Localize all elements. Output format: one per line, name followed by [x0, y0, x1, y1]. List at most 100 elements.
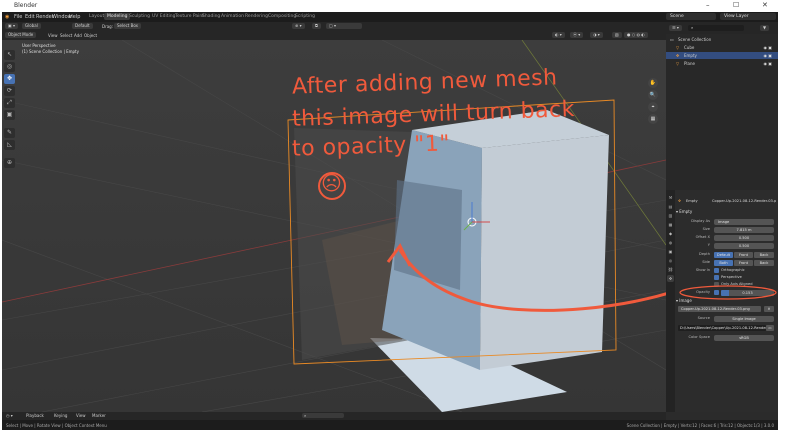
scale-tool-icon[interactable]: ⤢ — [4, 98, 15, 108]
section-empty-header[interactable]: ▾ Empty — [676, 208, 776, 215]
cursor-tool-icon[interactable]: ◎ — [4, 62, 15, 72]
scene-selector[interactable]: Scene — [666, 13, 716, 20]
depth-back-button[interactable]: Back — [754, 251, 774, 258]
3d-viewport[interactable]: ↖ ◎ ✥ ⟳ ⤢ ▣ ✎ ◺ ⊕ User Perspective (1) S… — [2, 40, 666, 412]
render-tab-icon[interactable]: ▤ — [667, 203, 674, 210]
opacity-slider[interactable]: 0.153 — [721, 289, 774, 296]
object-data-tab-icon[interactable]: ✥ — [667, 275, 674, 282]
image-datablock-field[interactable]: Copper-Up-2021-08-12-Render-03.png — [678, 305, 761, 312]
outliner-row-cube[interactable]: ▽ Cube ◉ ▣ — [666, 44, 778, 51]
zoom-view-icon[interactable]: 🔍 — [648, 90, 658, 100]
depth-row: Depth Default Front Back — [676, 251, 776, 258]
outliner-row-scene-collection[interactable]: ▭ Scene Collection — [666, 36, 778, 43]
orientation-dropdown[interactable]: Global — [22, 23, 41, 29]
object-mode-dropdown[interactable]: Object Mode — [5, 32, 37, 38]
ortho-toggle-icon[interactable]: ▦ — [648, 114, 658, 124]
orthographic-checkbox[interactable] — [714, 268, 719, 273]
gizmo-icon[interactable]: ⦿ ▾ — [570, 32, 584, 38]
menu-view[interactable]: View — [48, 33, 58, 38]
outliner-filter-icon[interactable]: ▼ — [760, 25, 770, 31]
source-label: Source — [697, 316, 710, 320]
scene-name: Scene — [670, 14, 684, 19]
view-layer-tab-icon[interactable]: ▦ — [667, 221, 674, 228]
object-name[interactable]: Empty — [686, 198, 698, 205]
annotate-tool-icon[interactable]: ✎ — [4, 128, 15, 138]
editor-type-button[interactable]: ▣ ▾ — [5, 23, 19, 29]
timeline-editor-icon[interactable]: ◷ ▾ — [6, 413, 13, 418]
axis-aligned-checkbox[interactable] — [714, 282, 719, 287]
perspective-label: Perspective — [721, 275, 742, 279]
outliner-row-plane[interactable]: ▽ Plane ◉ ▣ — [666, 60, 778, 67]
add-cube-tool-icon[interactable]: ⊕ — [4, 158, 15, 168]
eye-icon[interactable]: ◉ ▣ — [763, 60, 772, 67]
tool-tab-icon[interactable]: ⚒ — [667, 194, 674, 201]
visibility-icon[interactable]: ◐ ▾ — [552, 32, 565, 38]
timeline-search-input[interactable]: ⌕ — [302, 413, 344, 418]
colorspace-dropdown[interactable]: sRGB — [714, 334, 774, 341]
folder-icon[interactable]: ▭ — [766, 324, 774, 331]
keying-menu[interactable]: Keying — [54, 413, 67, 418]
overlay-icon[interactable]: ◑ ▾ — [590, 32, 603, 38]
object-tab-icon[interactable]: ▣ — [667, 248, 674, 255]
menu-file[interactable]: File — [14, 14, 22, 20]
transform-pivot-dropdown[interactable]: Default — [72, 23, 93, 29]
xray-icon[interactable]: ▧ — [612, 32, 622, 38]
perspective-checkbox[interactable] — [714, 275, 719, 280]
timeline-view-menu[interactable]: View — [76, 413, 86, 418]
menu-add[interactable]: Add — [74, 33, 82, 38]
eye-icon[interactable]: ◉ ▣ — [763, 52, 772, 59]
view-layer-selector[interactable]: View Layer — [720, 13, 776, 20]
side-back-button[interactable]: Back — [754, 259, 774, 266]
unlink-image-icon[interactable]: ✕ — [764, 305, 774, 312]
tab-scripting[interactable]: Scripting — [292, 13, 318, 20]
output-tab-icon[interactable]: ▥ — [667, 212, 674, 219]
menu-object[interactable]: Object — [84, 33, 97, 38]
offset-x-field[interactable]: 0.500 — [714, 234, 774, 241]
minimize-button[interactable]: – — [706, 1, 710, 9]
playback-menu[interactable]: Playback — [26, 413, 44, 418]
blender-logo-icon[interactable]: ◉ — [5, 14, 9, 20]
display-as-row: Display As Image — [676, 218, 776, 225]
constraints-tab-icon[interactable]: ⛓ — [667, 266, 674, 273]
outliner-editor-icon[interactable]: ☰ ▾ — [669, 25, 682, 31]
scene-tab-icon[interactable]: ◆ — [667, 230, 674, 237]
side-front-button[interactable]: Front — [734, 259, 753, 266]
size-field[interactable]: 7.815 m — [714, 226, 774, 233]
transform-orientation-icon[interactable]: ⊕ ▾ — [292, 23, 305, 29]
world-tab-icon[interactable]: ◍ — [667, 239, 674, 246]
use-opacity-checkbox[interactable] — [714, 290, 719, 295]
select-box-tool-icon[interactable]: ↖ — [4, 50, 15, 60]
maximize-button[interactable]: ☐ — [733, 1, 739, 9]
section-image-header[interactable]: ▾ Image — [676, 297, 776, 304]
snap-target-dropdown[interactable]: ▢ ▾ — [326, 23, 362, 29]
rotate-tool-icon[interactable]: ⟳ — [4, 86, 15, 96]
drag-select-dropdown[interactable]: Select Box — [114, 23, 142, 29]
source-dropdown[interactable]: Single Image — [714, 315, 774, 322]
empty-object-icon: ✥ — [678, 199, 682, 203]
offset-x-row: Offset X 0.500 — [676, 234, 776, 241]
depth-front-button[interactable]: Front — [734, 251, 753, 258]
collection-icon: ▭ — [670, 37, 674, 42]
depth-default-button[interactable]: Default — [714, 251, 733, 258]
move-tool-icon[interactable]: ✥ — [4, 74, 15, 84]
filepath-field[interactable]: D:\Users\Blender\Copper\Up-2021-08-12-Re… — [678, 324, 766, 331]
snap-icon[interactable]: ⧉ — [312, 23, 321, 29]
marker-menu[interactable]: Marker — [92, 413, 106, 418]
menu-select[interactable]: Select — [60, 33, 72, 38]
outliner-row-empty[interactable]: ✥ Empty ◉ ▣ — [666, 52, 778, 59]
offset-y-field[interactable]: 0.500 — [714, 242, 774, 249]
camera-view-icon[interactable]: ⌖ — [648, 102, 658, 112]
side-both-button[interactable]: Both — [714, 259, 733, 266]
outliner-search-input[interactable]: ⌕ — [688, 25, 744, 31]
eye-icon[interactable]: ◉ ▣ — [763, 44, 772, 51]
image-name[interactable]: Copper-Up-2021-08-12-Render-03.png — [712, 198, 776, 205]
physics-tab-icon[interactable]: ◎ — [667, 257, 674, 264]
transform-tool-icon[interactable]: ▣ — [4, 110, 15, 120]
menu-help[interactable]: Help — [69, 14, 80, 20]
measure-tool-icon[interactable]: ◺ — [4, 140, 15, 150]
close-button[interactable]: ✕ — [762, 1, 768, 9]
pan-view-icon[interactable]: ✋ — [648, 78, 658, 88]
display-as-dropdown[interactable]: Image — [714, 218, 774, 225]
menu-edit[interactable]: Edit — [25, 14, 35, 20]
shading-solid-icon[interactable]: ● ○ ◍ ◐ — [624, 32, 648, 38]
